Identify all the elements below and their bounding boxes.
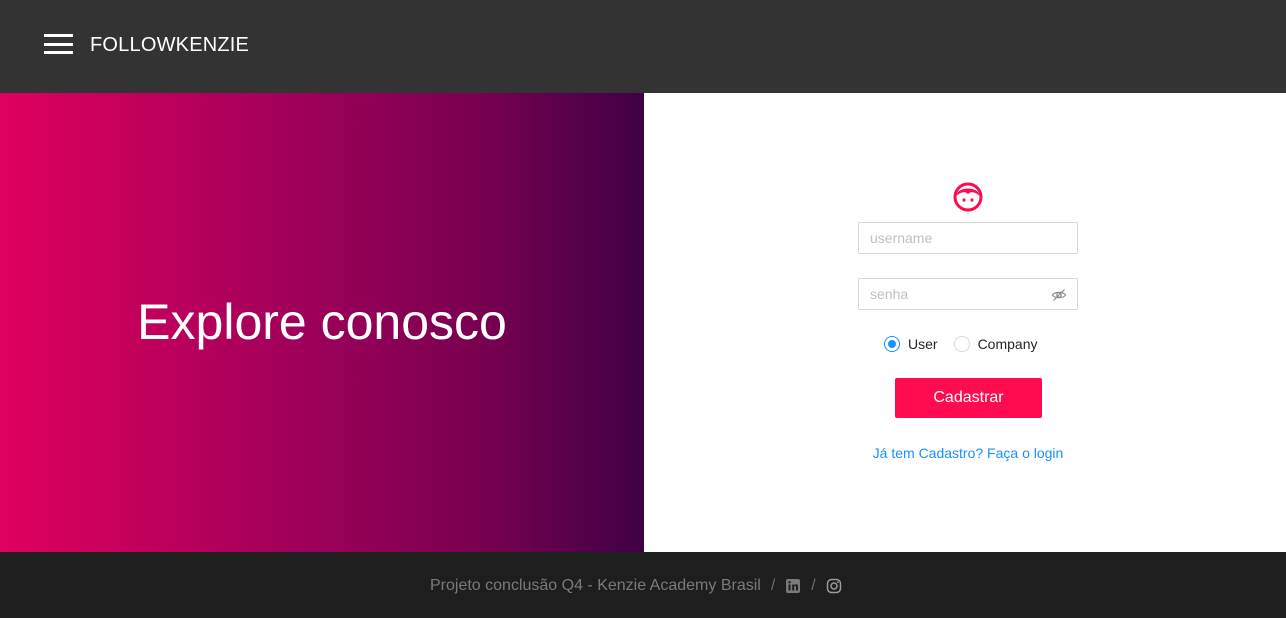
- radio-company-label: Company: [977, 336, 1038, 352]
- hamburger-menu-icon[interactable]: [44, 34, 73, 54]
- top-navbar: FOLLOWKENZIE: [0, 0, 1286, 93]
- footer: Projeto conclusão Q4 - Kenzie Academy Br…: [0, 552, 1286, 618]
- instagram-icon[interactable]: [826, 578, 842, 594]
- footer-text: Projeto conclusão Q4 - Kenzie Academy Br…: [430, 577, 761, 594]
- smiley-face-icon: [953, 182, 983, 212]
- radio-company-circle[interactable]: [953, 336, 970, 352]
- password-field: [858, 278, 1078, 310]
- hero-title: Explore conosco: [137, 294, 507, 350]
- footer-separator-2: /: [811, 577, 816, 594]
- signup-panel: User Company Cadastrar Já tem Cadastro? …: [644, 93, 1286, 552]
- username-input[interactable]: [859, 223, 1077, 253]
- radio-user[interactable]: User: [884, 336, 938, 352]
- eye-slash-icon[interactable]: [1051, 287, 1067, 303]
- hero-banner: Explore conosco: [0, 93, 644, 552]
- footer-separator: /: [770, 577, 776, 594]
- linkedin-icon[interactable]: [785, 578, 801, 594]
- cadastrar-button[interactable]: Cadastrar: [895, 378, 1042, 418]
- brand-title: FOLLOWKENZIE: [90, 34, 250, 56]
- radio-user-circle[interactable]: [884, 336, 900, 352]
- radio-user-label: User: [908, 336, 938, 352]
- login-link[interactable]: Já tem Cadastro? Faça o login: [644, 445, 1286, 461]
- radio-company[interactable]: Company: [953, 336, 1038, 352]
- account-type-radio-group: User Company: [884, 336, 1037, 352]
- footer-row: Projeto conclusão Q4 - Kenzie Academy Br…: [430, 576, 842, 596]
- password-input[interactable]: [859, 279, 1077, 309]
- username-field: [858, 222, 1078, 254]
